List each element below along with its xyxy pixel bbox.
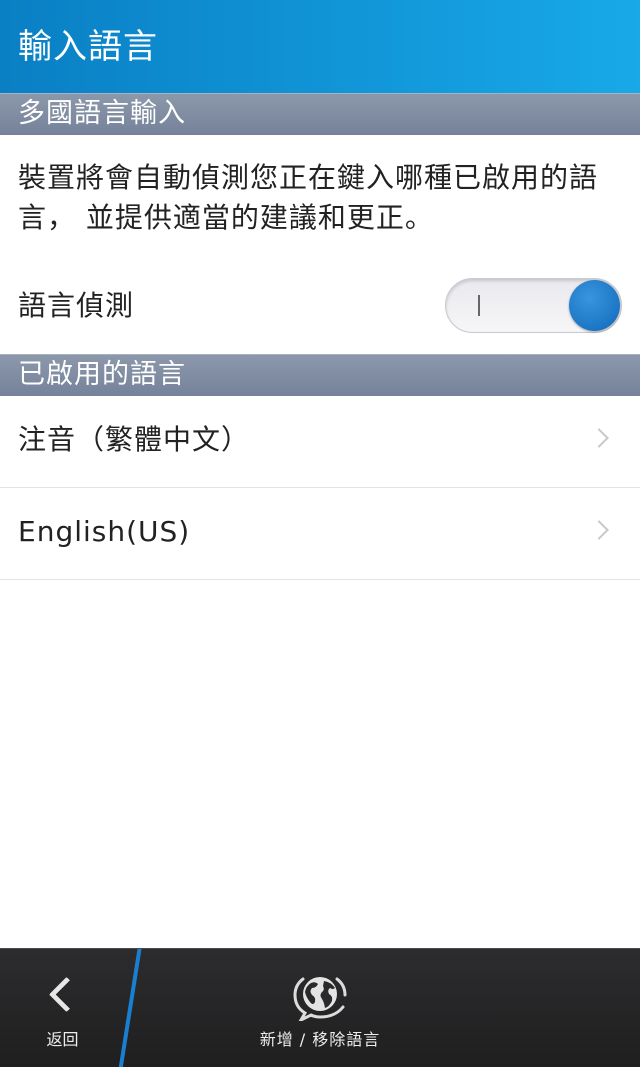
section-header-multilingual: 多國語言輸入	[0, 93, 640, 135]
chevron-right-icon	[589, 520, 609, 540]
back-label: 返回	[46, 1030, 79, 1049]
globe-speech-icon	[293, 977, 347, 1021]
language-item-zhuyin[interactable]: 注音（繁體中文）	[0, 396, 640, 488]
language-item-label: English(US)	[18, 515, 191, 548]
language-item-english-us[interactable]: English(US)	[0, 488, 640, 580]
add-remove-languages-label: 新增 / 移除語言	[259, 1030, 381, 1049]
title-bar: 輸入語言	[0, 0, 640, 93]
section-header-label: 已啟用的語言	[18, 359, 186, 390]
toggle-knob[interactable]	[569, 280, 620, 331]
language-item-label: 注音（繁體中文）	[18, 423, 251, 456]
action-bar: 返回 新增 / 移除語言	[0, 948, 640, 1067]
language-detection-toggle[interactable]	[445, 278, 622, 333]
toggle-on-mark	[478, 295, 480, 316]
section-header-label: 多國語言輸入	[18, 98, 186, 129]
add-remove-languages-button[interactable]: 新增 / 移除語言	[140, 949, 500, 1067]
language-detection-description: 裝置將會自動偵測您正在鍵入哪種已啟用的語言， 並提供適當的建議和更正。	[18, 161, 599, 234]
back-chevron-icon	[48, 976, 85, 1013]
section-header-enabled-languages: 已啟用的語言	[0, 354, 640, 396]
language-detection-label: 語言偵測	[18, 289, 135, 322]
page-title: 輸入語言	[18, 27, 158, 67]
chevron-right-icon	[589, 428, 609, 448]
back-button[interactable]: 返回	[0, 949, 125, 1067]
